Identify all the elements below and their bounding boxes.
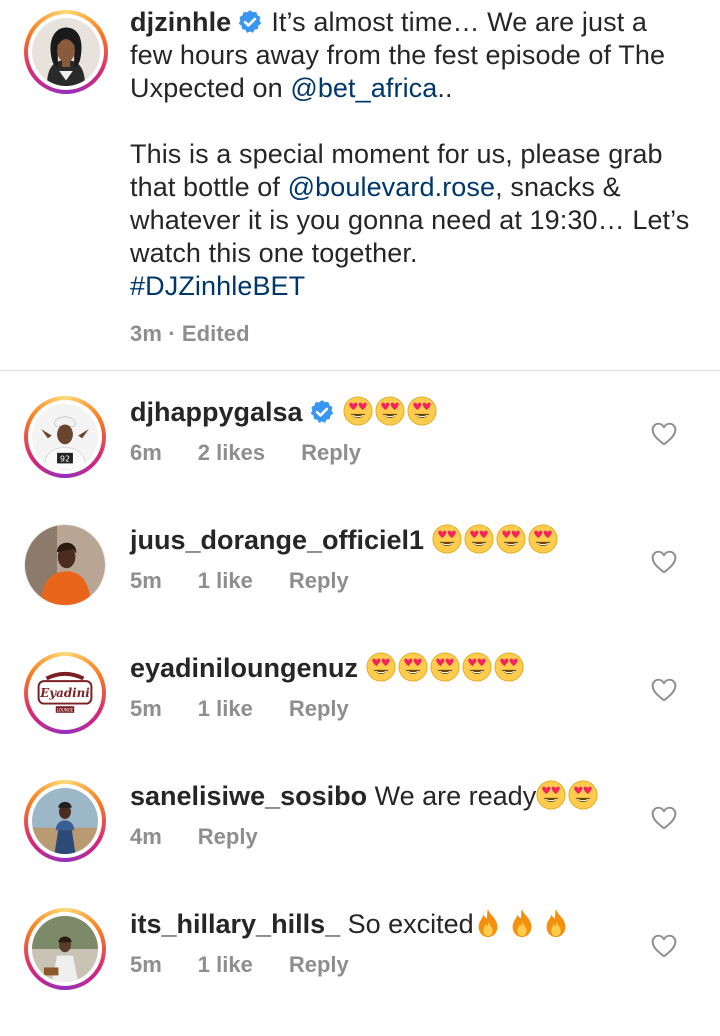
fire-emoji-group xyxy=(474,908,576,939)
caption-username[interactable]: djzinhle xyxy=(130,7,231,37)
comment-item: 92 djhappygalsa 6m 2 likes Reply xyxy=(0,396,720,524)
caption-edited: Edited xyxy=(181,321,250,346)
fire-emoji-icon xyxy=(478,908,498,938)
heart-eyes-emoji-icon xyxy=(430,652,460,682)
comment-body: djhappygalsa xyxy=(130,396,640,429)
avatar-djzinhle[interactable] xyxy=(24,10,108,94)
hashtag-djzinhlebet[interactable]: #DJZinhleBET xyxy=(130,270,690,303)
eyadini-logo: Eyadini LOUNGE xyxy=(32,660,98,726)
heart-icon[interactable] xyxy=(651,934,677,958)
avatar-its-hillary-hills[interactable] xyxy=(24,908,106,990)
mention-boulevard-rose[interactable]: @boulevard.rose xyxy=(288,172,496,202)
comment-body: eyadiniloungenuz xyxy=(130,652,640,685)
verified-badge-icon xyxy=(239,10,262,33)
comment-time: 4m xyxy=(130,824,162,849)
heart-eyes-emoji-icon xyxy=(375,396,405,426)
mention-bet-africa[interactable]: @bet_africa xyxy=(290,73,437,103)
comment-meta: 5m 1 like Reply xyxy=(130,696,385,722)
fire-emoji-icon xyxy=(512,908,532,938)
comment-username[interactable]: juus_dorange_officiel1 xyxy=(130,525,424,555)
comment-username[interactable]: its_hillary_hills_ xyxy=(130,909,340,939)
heart-eyes-emoji-icon xyxy=(496,524,526,554)
heart-eyes-emoji-icon xyxy=(536,780,566,810)
avatar-juus-dorange[interactable] xyxy=(24,524,106,606)
heart-eyes-emoji-icon xyxy=(528,524,558,554)
comment-username[interactable]: eyadiniloungenuz xyxy=(130,653,358,683)
profile-photo xyxy=(32,788,98,854)
comment-username[interactable]: djhappygalsa xyxy=(130,397,303,427)
comment-text: We are ready xyxy=(374,781,537,811)
heart-eyes-emoji-icon xyxy=(494,652,524,682)
heart-icon[interactable] xyxy=(651,678,677,702)
comment-time: 5m xyxy=(130,568,162,593)
heart-eyes-emoji-icon xyxy=(568,780,598,810)
heart-eyes-emoji-icon xyxy=(407,396,437,426)
svg-text:Eyadini: Eyadini xyxy=(39,686,90,700)
comment-item: juus_dorange_officiel1 5m 1 like Reply xyxy=(0,524,720,652)
heart-icon[interactable] xyxy=(651,422,677,446)
comment-meta: 5m 1 like Reply xyxy=(130,568,385,594)
caption-meta: 3m · Edited xyxy=(130,317,690,350)
comment-item: Eyadini LOUNGE eyadiniloungenuz 5m 1 like… xyxy=(0,652,720,780)
heart-icon[interactable] xyxy=(651,550,677,574)
comment-body: juus_dorange_officiel1 xyxy=(130,524,640,557)
heart-eyes-emoji-icon xyxy=(464,524,494,554)
caption-line1-end: .. xyxy=(437,73,453,103)
comment-body: its_hillary_hills_ So excited xyxy=(130,908,640,941)
avatar-djhappygalsa[interactable]: 92 xyxy=(24,396,106,478)
heart-eyes-emoji-icon xyxy=(366,652,396,682)
comment-time: 6m xyxy=(130,440,162,465)
comment-body: sanelisiwe_sosibo We are ready xyxy=(130,780,640,813)
comment-item: its_hillary_hills_ So excited 5m 1 like Re… xyxy=(0,908,720,1036)
fire-emoji-icon xyxy=(546,908,566,938)
svg-text:LOUNGE: LOUNGE xyxy=(57,707,74,712)
comment-likes[interactable]: 2 likes xyxy=(198,440,265,465)
profile-photo xyxy=(32,916,98,982)
heart-eyes-emoji-group xyxy=(432,524,560,555)
heart-eyes-emoji-group xyxy=(343,396,439,427)
caption-text: djzinhle It’s almost time… We are just a … xyxy=(130,6,690,350)
heart-eyes-emoji-icon xyxy=(462,652,492,682)
comment-username[interactable]: sanelisiwe_sosibo xyxy=(130,781,367,811)
meta-separator: · xyxy=(162,321,182,346)
reply-button[interactable]: Reply xyxy=(301,440,361,465)
profile-photo: 92 xyxy=(32,404,98,470)
comment-likes[interactable]: 1 like xyxy=(198,696,253,721)
comment-meta: 4m Reply xyxy=(130,824,294,850)
comment-time: 5m xyxy=(130,952,162,977)
heart-eyes-emoji-icon xyxy=(343,396,373,426)
comment-meta: 5m 1 like Reply xyxy=(130,952,385,978)
heart-icon[interactable] xyxy=(651,806,677,830)
svg-text:92: 92 xyxy=(60,454,70,463)
verified-badge-icon xyxy=(310,400,333,423)
divider xyxy=(0,370,720,371)
comment-item: sanelisiwe_sosibo We are ready 4m Reply xyxy=(0,780,720,908)
comment-time: 5m xyxy=(130,696,162,721)
post-caption: djzinhle It’s almost time… We are just a … xyxy=(0,0,720,370)
profile-photo xyxy=(32,18,100,86)
avatar-eyadiniloungenuz[interactable]: Eyadini LOUNGE xyxy=(24,652,106,734)
heart-eyes-emoji-icon xyxy=(398,652,428,682)
reply-button[interactable]: Reply xyxy=(289,952,349,977)
profile-photo xyxy=(25,525,105,605)
reply-button[interactable]: Reply xyxy=(289,568,349,593)
comment-likes[interactable]: 1 like xyxy=(198,952,253,977)
reply-button[interactable]: Reply xyxy=(289,696,349,721)
avatar-sanelisiwe-sosibo[interactable] xyxy=(24,780,106,862)
reply-button[interactable]: Reply xyxy=(198,824,258,849)
comment-text: So excited xyxy=(347,909,474,939)
comment-likes[interactable]: 1 like xyxy=(198,568,253,593)
heart-eyes-emoji-group xyxy=(536,780,600,811)
heart-eyes-emoji-icon xyxy=(432,524,462,554)
comment-meta: 6m 2 likes Reply xyxy=(130,440,397,466)
caption-time: 3m xyxy=(130,321,162,346)
heart-eyes-emoji-group xyxy=(366,652,526,683)
